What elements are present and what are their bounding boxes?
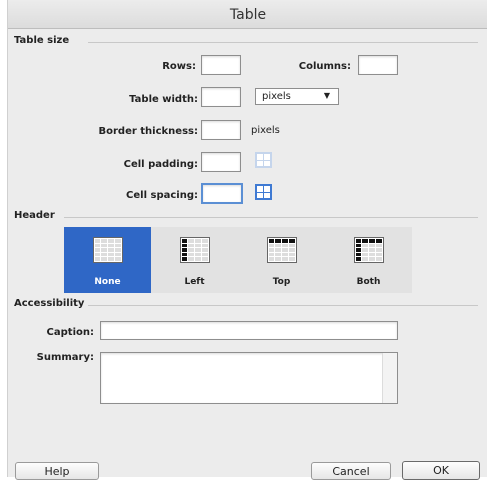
summary-textarea[interactable]: [100, 352, 398, 404]
caption-label: Caption:: [46, 327, 94, 338]
cell-padding-input[interactable]: [201, 152, 241, 172]
border-thickness-label: Border thickness:: [98, 126, 199, 137]
table-left-header-icon: [179, 237, 210, 263]
header-option-label: Both: [356, 277, 381, 287]
accessibility-section-label: Accessibility: [14, 298, 85, 309]
columns-label: Columns:: [298, 61, 351, 72]
caption-input[interactable]: [100, 321, 398, 340]
header-option-label: Left: [184, 277, 205, 287]
columns-input[interactable]: [358, 55, 398, 75]
border-thickness-input[interactable]: [201, 120, 241, 140]
header-option-left[interactable]: Left: [151, 227, 238, 293]
summary-label: Summary:: [36, 352, 94, 363]
cancel-button[interactable]: Cancel: [311, 462, 391, 480]
ok-button[interactable]: OK: [402, 461, 480, 480]
dialog-title: Table: [229, 7, 267, 23]
cell-spacing-icon: [255, 184, 272, 200]
cell-spacing-input[interactable]: [201, 183, 243, 204]
header-option-label: Top: [272, 277, 291, 287]
accessibility-divider: [88, 305, 478, 306]
rows-input[interactable]: [201, 55, 241, 75]
table-size-divider: [88, 42, 478, 43]
table-dialog: Table Table size Rows: Columns: Table wi…: [7, 0, 487, 480]
header-option-both[interactable]: Both: [325, 227, 412, 293]
cell-padding-label: Cell padding:: [123, 159, 198, 170]
header-option-top[interactable]: Top: [238, 227, 325, 293]
width-unit-select[interactable]: pixels ▼: [255, 88, 339, 105]
cell-spacing-label: Cell spacing:: [126, 190, 198, 201]
table-both-header-icon: [353, 237, 384, 263]
table-no-header-icon: [92, 237, 123, 263]
table-width-input[interactable]: [201, 87, 241, 107]
header-option-none[interactable]: None: [64, 227, 151, 293]
rows-label: Rows:: [162, 61, 196, 72]
help-button[interactable]: Help: [15, 462, 99, 480]
width-unit-value: pixels: [262, 91, 291, 102]
header-option-label: None: [94, 277, 121, 287]
table-size-section-label: Table size: [14, 35, 70, 46]
border-unit-label: pixels: [251, 125, 280, 136]
summary-scrollbar[interactable]: [382, 353, 397, 403]
table-top-header-icon: [266, 237, 297, 263]
header-section-label: Header: [14, 210, 55, 221]
cell-padding-icon: [255, 152, 272, 168]
header-divider: [64, 217, 478, 218]
dropdown-arrow-icon: ▼: [323, 91, 330, 100]
title-bar: Table: [8, 0, 487, 29]
table-width-label: Table width:: [129, 94, 198, 105]
